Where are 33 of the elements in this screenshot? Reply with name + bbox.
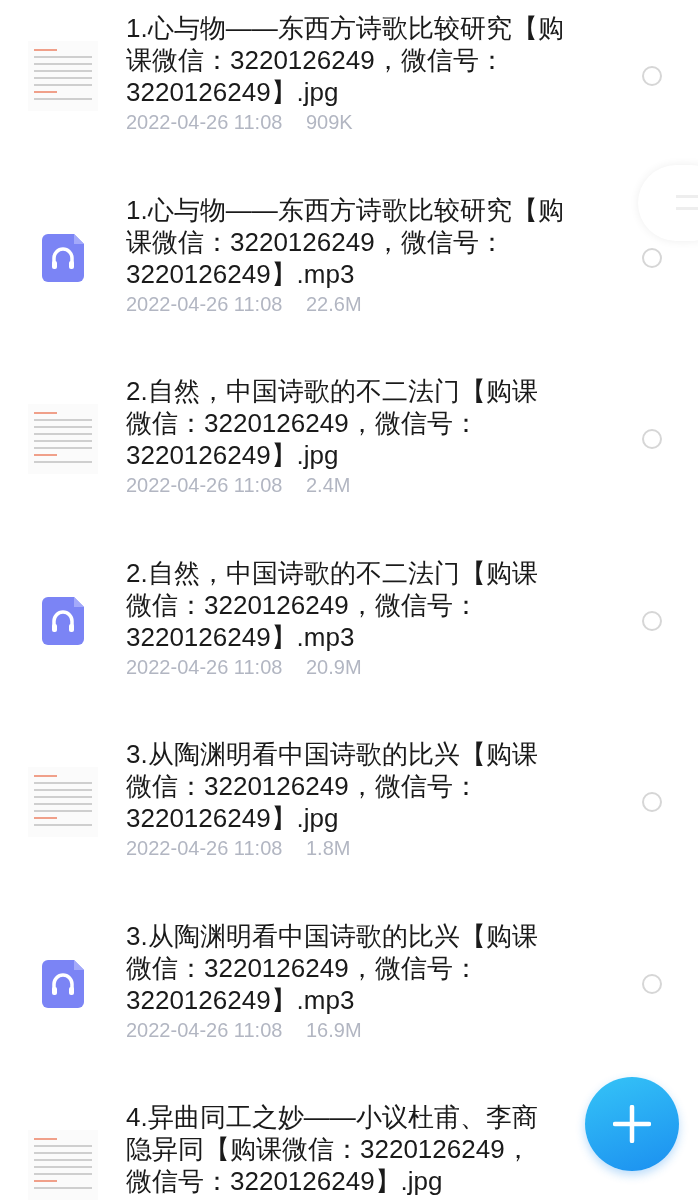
document-thumbnail — [28, 767, 98, 837]
file-date: 2022-04-26 11:08 — [126, 292, 283, 315]
file-name: 2.自然，中国诗歌的不二法门【购课 微信：3220126249，微信号： 3220126249】.mp3 — [126, 556, 539, 653]
select-radio[interactable] — [642, 247, 662, 268]
file-date: 2022-04-26 11:08 — [126, 474, 283, 496]
file-date: 2022-04-26 11:08 — [126, 1018, 283, 1041]
file-name: 2.自然，中国诗歌的不二法门【购课 微信：3220126249，微信号： 3220126249】.jpg — [126, 375, 539, 471]
file-date: 2022-04-26 11:08 — [126, 837, 283, 859]
document-thumbnail — [28, 41, 98, 111]
file-size: 909K — [306, 111, 353, 133]
file-size: 20.9M — [306, 655, 362, 678]
file-size: 1.8M — [306, 837, 351, 859]
add-button[interactable] — [585, 1077, 679, 1171]
select-radio[interactable] — [642, 66, 662, 86]
file-name: 3.从陶渊明看中国诗歌的比兴【购课 微信：3220126249，微信号： 3220126249】.mp3 — [126, 919, 539, 1016]
select-radio[interactable] — [642, 792, 662, 812]
audio-file-icon — [42, 233, 84, 282]
file-size: 22.6M — [306, 292, 362, 315]
select-radio[interactable] — [642, 610, 662, 631]
file-date: 2022-04-26 11:08 — [126, 655, 283, 678]
file-size: 2.4M — [306, 474, 351, 496]
file-name: 1.心与物——东西方诗歌比较研究【购 课微信：3220126249，微信号： 3220126249】.jpg — [126, 12, 565, 108]
document-thumbnail — [28, 404, 98, 474]
audio-file-icon — [42, 596, 84, 645]
file-size: 16.9M — [306, 1018, 362, 1041]
select-radio[interactable] — [642, 429, 662, 449]
file-name: 3.从陶渊明看中国诗歌的比兴【购课 微信：3220126249，微信号： 3220126249】.jpg — [126, 738, 539, 834]
file-name: 1.心与物——东西方诗歌比较研究【购 课微信：3220126249，微信号： 3220126249】.mp3 — [126, 193, 565, 290]
select-radio[interactable] — [642, 973, 662, 994]
plus-icon — [613, 1105, 651, 1143]
file-name: 4.异曲同工之妙——小议杜甫、李商 隐异同【购课微信：3220126249， 微信号：3220126249】.jpg — [126, 1101, 539, 1197]
file-date: 2022-04-26 11:08 — [126, 111, 283, 133]
audio-file-icon — [42, 959, 84, 1008]
